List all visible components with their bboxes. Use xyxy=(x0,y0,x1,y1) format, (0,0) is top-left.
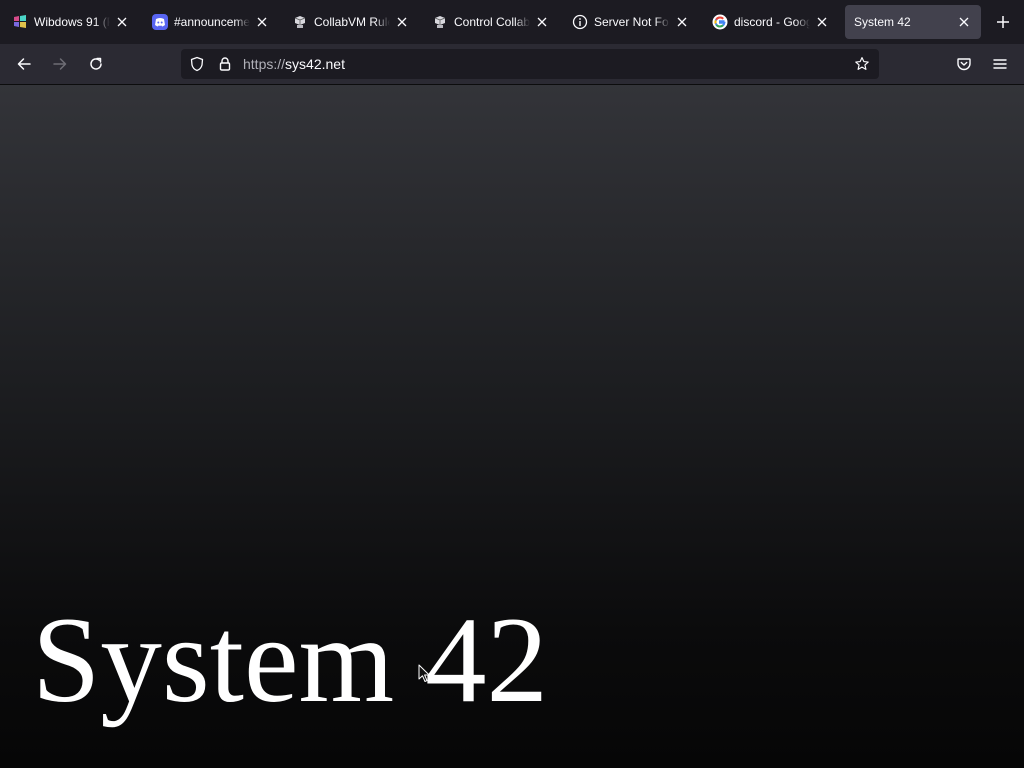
close-tab-icon[interactable] xyxy=(394,14,410,30)
url-text[interactable]: https://sys42.net xyxy=(243,56,345,72)
app-menu-button[interactable] xyxy=(988,52,1012,76)
forward-arrow-icon xyxy=(53,58,67,70)
tab-announcements[interactable]: #announcements xyxy=(144,5,276,39)
url-bar[interactable]: https://sys42.net xyxy=(181,49,879,79)
plus-icon xyxy=(997,16,1009,28)
pocket-button[interactable] xyxy=(952,52,976,76)
tracking-protection-shield-icon[interactable] xyxy=(189,56,205,72)
bookmark-star-icon[interactable] xyxy=(854,56,870,72)
close-tab-icon[interactable] xyxy=(114,14,130,30)
close-tab-icon[interactable] xyxy=(674,14,690,30)
discord-favicon-icon xyxy=(152,14,168,30)
new-tab-button[interactable] xyxy=(992,11,1014,33)
google-favicon-icon xyxy=(712,14,728,30)
tab-title: discord - Google xyxy=(734,15,810,29)
close-tab-icon[interactable] xyxy=(814,14,830,30)
reload-button[interactable] xyxy=(84,52,108,76)
tab-title: Control Collabo xyxy=(454,15,530,29)
mouse-cursor-icon xyxy=(418,664,430,682)
pocket-icon xyxy=(957,58,971,71)
hamburger-menu-icon xyxy=(993,59,1007,69)
tab-wibdows[interactable]: Wibdows 91 (REDACTED) xyxy=(4,5,136,39)
url-scheme: https:// xyxy=(243,56,286,72)
lock-icon[interactable] xyxy=(217,56,233,72)
collabvm-favicon-icon xyxy=(432,14,448,30)
close-tab-icon[interactable] xyxy=(956,14,972,30)
tab-server-not-found[interactable]: Server Not Found xyxy=(564,5,696,39)
tab-title: System 42 xyxy=(854,15,911,29)
tab-strip: Wibdows 91 (REDACTED) #announcements xyxy=(0,0,1024,44)
browser-window: Wibdows 91 (REDACTED) #announcements xyxy=(0,0,1024,768)
tab-collabvm-rules[interactable]: CollabVM Rules xyxy=(284,5,416,39)
tab-control-collabvm[interactable]: Control Collabo xyxy=(424,5,556,39)
tab-title: CollabVM Rules xyxy=(314,15,390,29)
url-host: sys42.net xyxy=(285,56,345,72)
tab-discord-google[interactable]: discord - Google xyxy=(704,5,836,39)
tab-title: #announcements xyxy=(174,15,250,29)
back-arrow-icon xyxy=(17,58,31,70)
forward-button[interactable] xyxy=(48,52,72,76)
info-icon xyxy=(572,14,588,30)
collabvm-favicon-icon xyxy=(292,14,308,30)
close-tab-icon[interactable] xyxy=(534,14,550,30)
page-content: System 42 xyxy=(0,85,1024,768)
tab-title: Server Not Found xyxy=(594,15,670,29)
nav-toolbar: https://sys42.net xyxy=(0,44,1024,85)
tab-title: Wibdows 91 (REDACTED) xyxy=(34,15,110,29)
back-button[interactable] xyxy=(12,52,36,76)
wibdows-favicon-icon xyxy=(12,14,28,30)
tab-system-42[interactable]: System 42 xyxy=(845,5,981,39)
page-heading: System 42 xyxy=(32,591,548,728)
reload-icon xyxy=(90,57,102,70)
close-tab-icon[interactable] xyxy=(254,14,270,30)
